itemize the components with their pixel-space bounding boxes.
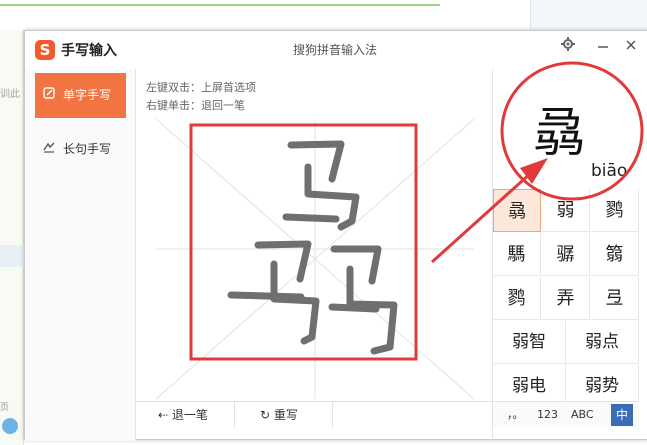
close-icon <box>626 40 636 50</box>
rewrite-button[interactable]: ↻ 重写 <box>260 404 298 426</box>
number-mode-button[interactable]: 123 <box>537 404 558 426</box>
window-title: 搜狗拼音输入法 <box>293 43 378 57</box>
handwritten-strokes <box>227 140 398 355</box>
sentence-icon <box>43 127 57 172</box>
candidate-cell[interactable]: 弖 <box>591 277 639 320</box>
minimize-button[interactable] <box>593 37 613 57</box>
toolbar-divider <box>332 402 333 428</box>
candidate-cell[interactable]: 弄 <box>542 277 590 320</box>
handwriting-canvas[interactable] <box>136 69 494 401</box>
titlebar: S 手写输入 搜狗拼音输入法 <box>25 31 647 69</box>
minus-icon <box>598 46 608 48</box>
punctuation-button[interactable]: ，。 <box>507 404 524 426</box>
handwriting-area[interactable]: 左键双击：上屏首选项 右键单击：退回一笔 ⇠ 退一笔 ↻ 重写 <box>135 69 493 441</box>
undo-stroke-button[interactable]: ⇠ 退一笔 <box>158 404 208 426</box>
undo-stroke-label: 退一笔 <box>171 408 208 422</box>
edit-icon <box>43 73 57 118</box>
writing-toolbar: ⇠ 退一笔 ↻ 重写 <box>136 401 492 428</box>
rewrite-label: 重写 <box>273 408 298 422</box>
single-char-mode-tab[interactable]: 单字手写 <box>35 73 126 118</box>
background-app-text: 训此 <box>0 89 20 100</box>
close-button[interactable] <box>621 37 641 57</box>
sentence-mode-label: 长句手写 <box>63 142 112 156</box>
app-title: 手写输入 <box>61 43 117 59</box>
rewrite-icon: ↻ <box>260 408 274 422</box>
top-candidate-pinyin: biāo <box>591 161 628 181</box>
background-app-icon <box>2 418 18 434</box>
settings-button[interactable] <box>558 37 578 57</box>
undo-arrow-icon: ⇠ <box>158 408 172 422</box>
gear-icon <box>561 37 575 51</box>
candidate-cell[interactable]: 鹨 <box>493 277 541 320</box>
single-char-mode-label: 单字手写 <box>63 88 112 102</box>
candidate-cell[interactable]: 弱 <box>542 189 590 232</box>
guide-lines <box>155 118 475 400</box>
phrase-candidate[interactable]: 弱点 <box>566 321 639 364</box>
candidate-cell[interactable]: 鹨 <box>591 189 639 232</box>
toolbar-divider <box>234 402 235 428</box>
candidate-cell[interactable]: 騳 <box>493 233 541 276</box>
top-candidate-char[interactable]: 骉 <box>533 91 585 166</box>
phrase-candidate[interactable]: 弱智 <box>493 321 566 364</box>
candidate-cell[interactable]: 篛 <box>591 233 639 276</box>
input-mode-bar: ，。 123 ABC 中 <box>493 401 639 427</box>
background-app-bar <box>0 0 440 6</box>
background-app-panel <box>530 0 647 30</box>
mode-sidebar: 单字手写 长句手写 <box>25 69 135 441</box>
background-app-band <box>0 245 24 267</box>
candidate-cell[interactable]: 骉 <box>493 189 541 232</box>
handwriting-window: S 手写输入 搜狗拼音输入法 单字手写 长句手写 左键双击：上屏首选项 右键单击… <box>24 30 647 441</box>
sentence-mode-tab[interactable]: 长句手写 <box>35 127 126 172</box>
candidate-cell[interactable]: 骣 <box>542 233 590 276</box>
background-app-text-2: 页 <box>0 403 10 413</box>
chinese-mode-button[interactable]: 中 <box>611 404 633 426</box>
candidate-panel: 骉 biāo 骉 弱 鹨 騳 骣 篛 鹨 弄 弖 弱智 弱点 弱电 弱势 ，。 … <box>493 69 639 441</box>
sogou-logo-icon: S <box>35 40 55 60</box>
abc-mode-button[interactable]: ABC <box>571 404 594 426</box>
